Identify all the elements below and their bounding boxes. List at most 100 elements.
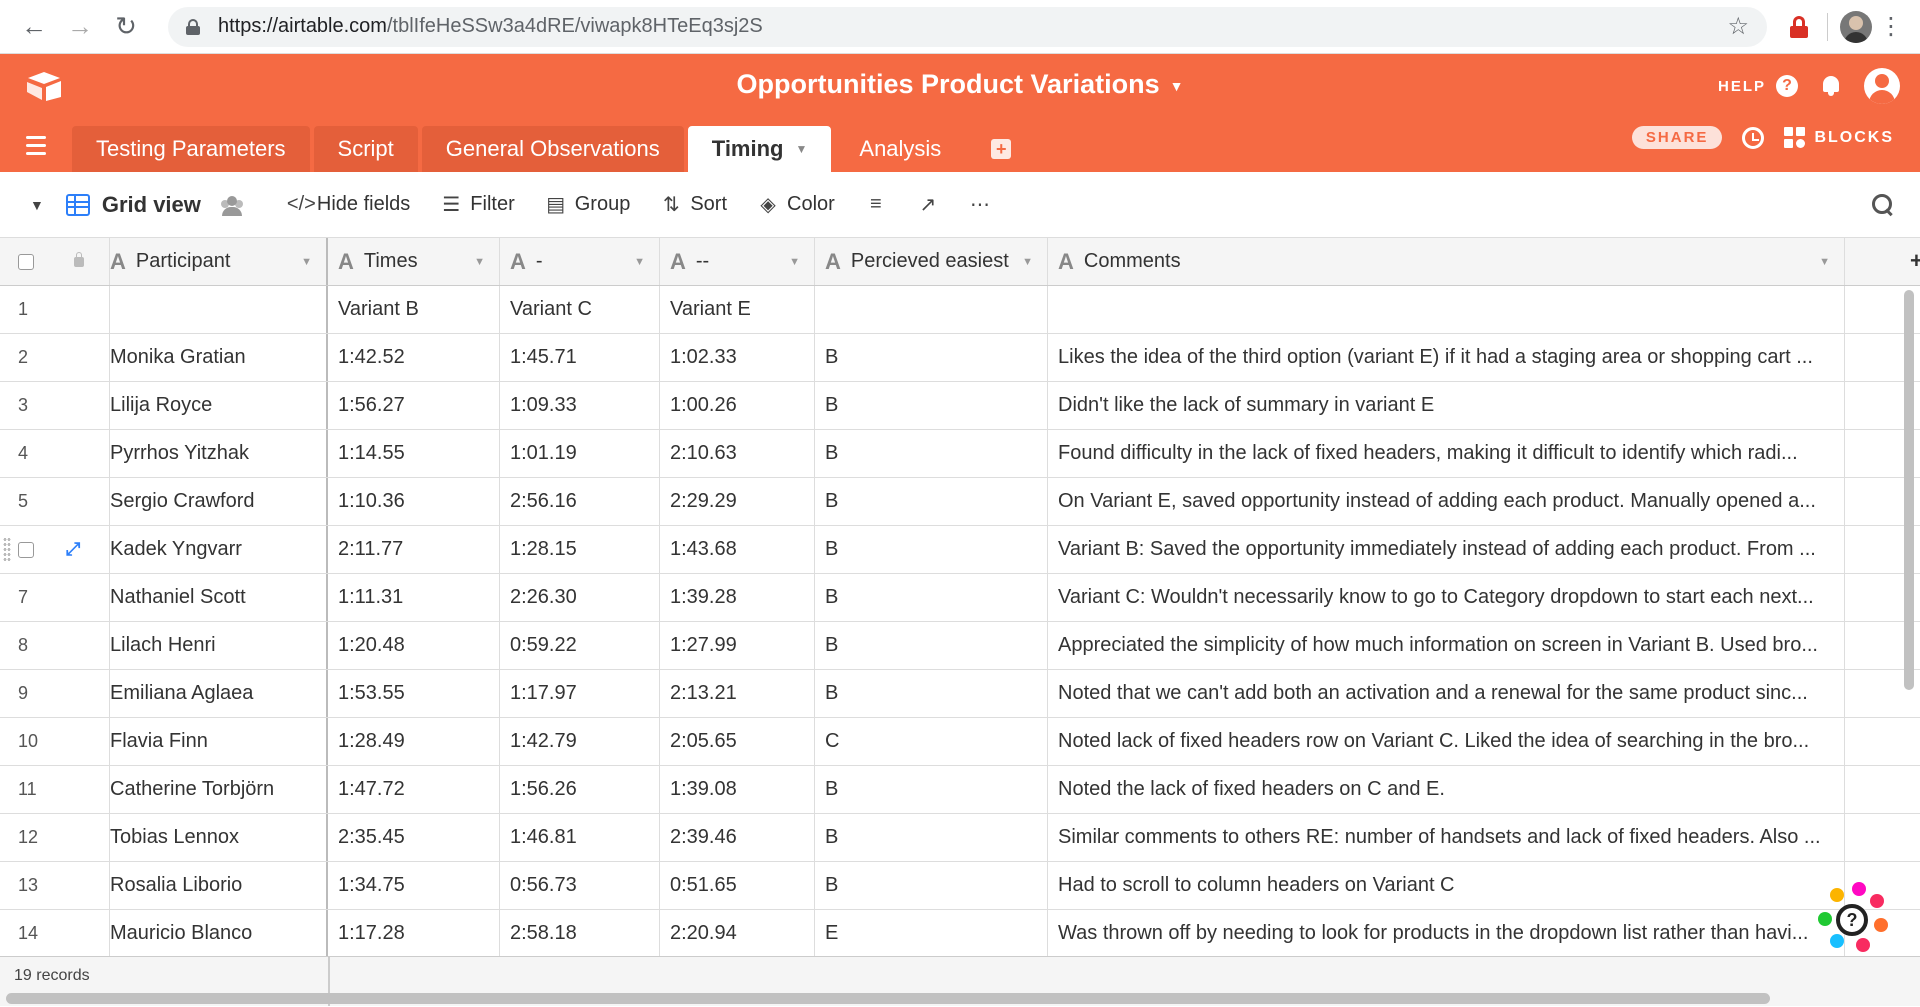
profile-avatar[interactable] — [1836, 7, 1876, 47]
cell-percieved-easiest[interactable]: B — [815, 334, 1048, 381]
help-icon[interactable]: ? — [1776, 75, 1798, 97]
table-row[interactable]: 11 Catherine Torbjörn 1:47.72 1:56.26 1:39.0… — [0, 766, 1920, 814]
cell-percieved-easiest[interactable]: B — [815, 670, 1048, 717]
cell-percieved-easiest[interactable]: B — [815, 862, 1048, 909]
more-options-button[interactable]: ⋯ — [969, 192, 991, 217]
cell-percieved-easiest[interactable]: B — [815, 574, 1048, 621]
notifications-bell-icon[interactable] — [1820, 74, 1842, 98]
cell-dash[interactable]: 1:28.15 — [500, 526, 660, 573]
cell-times[interactable]: 2:35.45 — [328, 814, 500, 861]
cell-comments[interactable]: Was thrown off by needing to look for pr… — [1048, 910, 1845, 957]
history-icon[interactable] — [1742, 126, 1765, 149]
base-menu-caret-icon[interactable]: ▼ — [1170, 78, 1184, 94]
cell-times[interactable]: 1:11.31 — [328, 574, 500, 621]
hamburger-menu-icon[interactable] — [0, 122, 72, 168]
table-row[interactable]: ⤢ Kadek Yngvarr 2:11.77 1:28.15 1:43.68 B Vari… — [0, 526, 1920, 574]
cell-dash[interactable]: 1:45.71 — [500, 334, 660, 381]
cell-dash[interactable]: Variant C — [500, 286, 660, 333]
address-bar[interactable]: https://airtable.com/tblIfeHeSSw3a4dRE/v… — [168, 6, 1767, 47]
tab-testing-parameters[interactable]: Testing Parameters — [72, 126, 310, 172]
cell-participant[interactable] — [110, 286, 328, 333]
cell-percieved-easiest[interactable]: B — [815, 622, 1048, 669]
cell-dash[interactable]: 2:58.18 — [500, 910, 660, 957]
add-field-icon[interactable]: + — [1910, 248, 1920, 296]
table-row[interactable]: 12 Tobias Lennox 2:35.45 1:46.81 2:39.46 B Sim… — [0, 814, 1920, 862]
sort-button[interactable]: ⇅ Sort — [660, 192, 727, 217]
cell-double-dash[interactable]: 2:13.21 — [660, 670, 815, 717]
cell-percieved-easiest[interactable]: B — [815, 814, 1048, 861]
cell-double-dash[interactable]: 1:43.68 — [660, 526, 815, 573]
tab-script[interactable]: Script — [313, 126, 418, 172]
row-checkbox[interactable] — [18, 541, 34, 558]
cell-comments[interactable] — [1048, 286, 1845, 333]
help-widget[interactable]: ? — [1812, 880, 1890, 958]
table-row[interactable]: 9 Emiliana Aglaea 1:53.55 1:17.97 2:13.21 B No… — [0, 670, 1920, 718]
extension-lock-icon[interactable] — [1779, 7, 1819, 47]
cell-comments[interactable]: Appreciated the simplicity of how much i… — [1048, 622, 1845, 669]
cell-percieved-easiest[interactable]: B — [815, 478, 1048, 525]
cell-comments[interactable]: Noted the lack of fixed headers on C and… — [1048, 766, 1845, 813]
cell-double-dash[interactable]: 1:00.26 — [660, 382, 815, 429]
column-menu-caret-icon[interactable]: ▼ — [1819, 256, 1830, 268]
cell-double-dash[interactable]: 2:39.46 — [660, 814, 815, 861]
cell-participant[interactable]: Lilija Royce — [110, 382, 328, 429]
cell-participant[interactable]: Rosalia Liborio — [110, 862, 328, 909]
cell-times[interactable]: 1:53.55 — [328, 670, 500, 717]
expand-record-icon[interactable]: ⤢ — [66, 539, 80, 560]
cell-percieved-easiest[interactable] — [815, 286, 1048, 333]
cell-dash[interactable]: 1:09.33 — [500, 382, 660, 429]
table-row[interactable]: 1 Variant B Variant C Variant E — [0, 286, 1920, 334]
cell-times[interactable]: 1:17.28 — [328, 910, 500, 957]
column-header-participant[interactable]: A Participant ▼ — [110, 238, 328, 285]
cell-dash[interactable]: 1:56.26 — [500, 766, 660, 813]
cell-times[interactable]: 1:42.52 — [328, 334, 500, 381]
cell-times[interactable]: 1:14.55 — [328, 430, 500, 477]
cell-double-dash[interactable]: 2:10.63 — [660, 430, 815, 477]
cell-comments[interactable]: Likes the idea of the third option (vari… — [1048, 334, 1845, 381]
browser-menu-icon[interactable]: ⋮ — [1876, 12, 1906, 41]
cell-double-dash[interactable]: 2:05.65 — [660, 718, 815, 765]
base-title[interactable]: Opportunities Product Variations ▼ — [0, 69, 1920, 100]
column-header-percieved-easiest[interactable]: A Percieved easiest ▼ — [815, 238, 1048, 285]
column-header-dash[interactable]: A - ▼ — [500, 238, 660, 285]
cell-times[interactable]: 1:10.36 — [328, 478, 500, 525]
cell-comments[interactable]: Variant C: Wouldn't necessarily know to … — [1048, 574, 1845, 621]
column-header-double-dash[interactable]: A -- ▼ — [660, 238, 815, 285]
cell-double-dash[interactable]: 0:51.65 — [660, 862, 815, 909]
cell-comments[interactable]: Had to scroll to column headers on Varia… — [1048, 862, 1845, 909]
tab-general-observations[interactable]: General Observations — [421, 126, 684, 172]
bookmark-star-icon[interactable]: ☆ — [1727, 12, 1749, 41]
cell-times[interactable]: 1:34.75 — [328, 862, 500, 909]
cell-participant[interactable]: Tobias Lennox — [110, 814, 328, 861]
cell-dash[interactable]: 2:56.16 — [500, 478, 660, 525]
cell-dash[interactable]: 1:46.81 — [500, 814, 660, 861]
cell-participant[interactable]: Flavia Finn — [110, 718, 328, 765]
table-row[interactable]: 14 Mauricio Blanco 1:17.28 2:58.18 2:20.94 E W… — [0, 910, 1920, 958]
cell-participant[interactable]: Catherine Torbjörn — [110, 766, 328, 813]
cell-comments[interactable]: Didn't like the lack of summary in varia… — [1048, 382, 1845, 429]
column-menu-caret-icon[interactable]: ▼ — [1022, 256, 1033, 268]
search-icon[interactable] — [1872, 194, 1894, 216]
airtable-logo-icon[interactable] — [24, 70, 64, 102]
table-row[interactable]: 3 Lilija Royce 1:56.27 1:09.33 1:00.26 B Didn'… — [0, 382, 1920, 430]
cell-times[interactable]: 1:47.72 — [328, 766, 500, 813]
view-switcher-caret-icon[interactable]: ▼ — [30, 197, 44, 213]
cell-percieved-easiest[interactable]: C — [815, 718, 1048, 765]
cell-comments[interactable]: Similar comments to others RE: number of… — [1048, 814, 1845, 861]
cell-dash[interactable]: 1:01.19 — [500, 430, 660, 477]
drag-handle-icon[interactable] — [3, 536, 11, 563]
cell-dash[interactable]: 0:56.73 — [500, 862, 660, 909]
cell-times[interactable]: Variant B — [328, 286, 500, 333]
column-menu-caret-icon[interactable]: ▼ — [474, 256, 485, 268]
cell-percieved-easiest[interactable]: B — [815, 526, 1048, 573]
cell-times[interactable]: 1:56.27 — [328, 382, 500, 429]
column-menu-caret-icon[interactable]: ▼ — [301, 256, 312, 268]
table-row[interactable]: 13 Rosalia Liborio 1:34.75 0:56.73 0:51.65 B H… — [0, 862, 1920, 910]
horizontal-scrollbar[interactable] — [6, 993, 1770, 1004]
cell-dash[interactable]: 2:26.30 — [500, 574, 660, 621]
table-row[interactable]: 4 Pyrrhos Yitzhak 1:14.55 1:01.19 2:10.63 B Fo… — [0, 430, 1920, 478]
cell-double-dash[interactable]: Variant E — [660, 286, 815, 333]
cell-comments[interactable]: Found difficulty in the lack of fixed he… — [1048, 430, 1845, 477]
cell-double-dash[interactable]: 1:27.99 — [660, 622, 815, 669]
cell-percieved-easiest[interactable]: B — [815, 766, 1048, 813]
